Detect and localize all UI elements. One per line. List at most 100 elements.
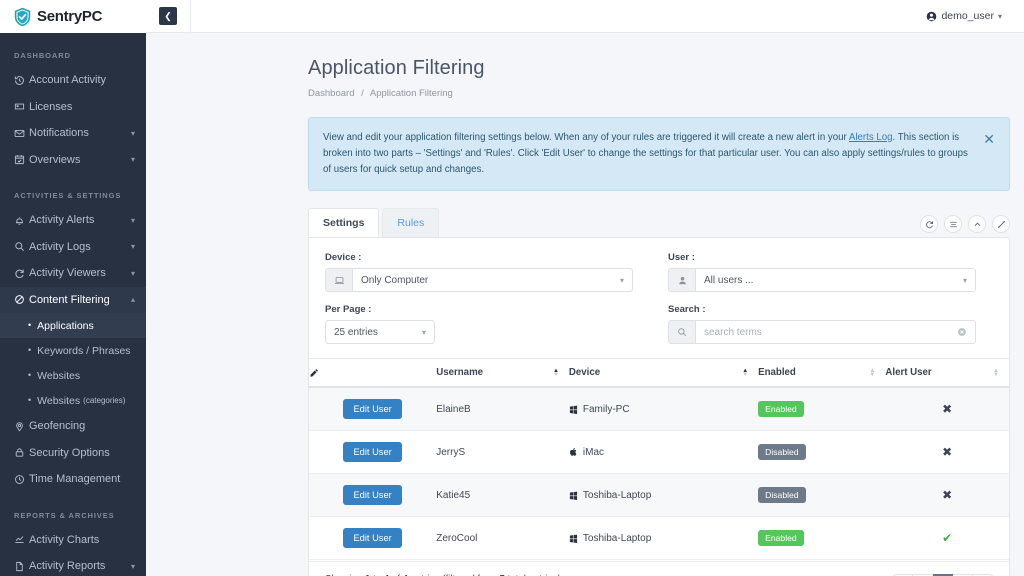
sidebar-item-overviews[interactable]: Overviews ▾: [0, 147, 146, 174]
main-content: ❮ demo_user ▾ Application Filtering Dash…: [146, 0, 1024, 576]
close-icon[interactable]: ✕: [983, 130, 995, 146]
edit-user-button[interactable]: Edit User: [343, 485, 401, 505]
tab-rules[interactable]: Rules: [382, 208, 439, 237]
info-alert-text: View and edit your application filtering…: [323, 130, 983, 178]
breadcrumb-root[interactable]: Dashboard: [308, 88, 354, 99]
breadcrumb-current: Application Filtering: [370, 88, 453, 99]
laptop-icon: [326, 269, 353, 291]
table-head: Username ▲▼ Device ▲▼ Enabled ▲▼ Alert: [309, 359, 1009, 388]
collapse-panel-button[interactable]: [968, 215, 986, 233]
refresh-button[interactable]: [920, 215, 938, 233]
sidebar-subitem-websites[interactable]: • Websites: [0, 363, 146, 388]
column-device[interactable]: Device ▲▼: [569, 359, 758, 388]
table-header-row: Username ▲▼ Device ▲▼ Enabled ▲▼ Alert: [309, 359, 1009, 388]
apple-icon: [569, 447, 578, 457]
search-input-wrap[interactable]: search terms: [696, 321, 975, 343]
settings-panel: Device : Only Computer ▾ Per Page : 25 e…: [308, 237, 1010, 576]
expand-icon: [997, 220, 1006, 229]
edit-user-button[interactable]: Edit User: [343, 399, 401, 419]
license-heart-icon: [14, 101, 29, 112]
sidebar-subitem-keywords-phrases[interactable]: • Keywords / Phrases: [0, 338, 146, 363]
sidebar-collapse-button[interactable]: ❮: [159, 7, 177, 25]
sidebar-item-label: Notifications: [29, 127, 131, 139]
calendar-check-icon: [14, 154, 29, 165]
sidebar-item-label: Licenses: [29, 101, 135, 113]
chevron-left-icon: ❮: [164, 11, 172, 22]
column-device-label: Device: [569, 367, 600, 378]
alert-user-cell: ✖: [885, 431, 1009, 474]
sidebar-item-label: Geofencing: [29, 420, 135, 432]
sidebar-item-activity-viewers[interactable]: Activity Viewers ▾: [0, 260, 146, 287]
sidebar-item-activity-charts[interactable]: Activity Charts: [0, 527, 146, 554]
edit-user-button[interactable]: Edit User: [343, 528, 401, 548]
bullet-icon: •: [28, 396, 31, 405]
status-badge: Enabled: [758, 530, 804, 546]
clear-circle-icon[interactable]: [957, 327, 967, 337]
user-select[interactable]: All users ... ▾: [668, 268, 976, 292]
user-menu[interactable]: demo_user ▾: [926, 10, 1002, 22]
chevron-up-icon: [973, 220, 982, 229]
table-row: Edit User ElaineB Family-PC: [309, 387, 1009, 431]
sidebar-item-security-options[interactable]: Security Options: [0, 440, 146, 467]
sidebar-item-label: Security Options: [29, 447, 135, 459]
windows-icon: [569, 491, 578, 500]
sidebar-section-reports: Reports & Archives: [0, 493, 146, 527]
user-select-field[interactable]: All users ... ▾: [696, 269, 975, 291]
enabled-cell: Disabled: [758, 431, 885, 474]
tabs: Settings Rules: [308, 208, 439, 237]
search-group[interactable]: search terms: [668, 320, 976, 344]
sidebar-subitem-websites-categories[interactable]: • Websites (categories): [0, 388, 146, 413]
cross-icon: ✖: [942, 445, 952, 459]
alert-user-cell: ✔: [885, 517, 1009, 560]
sort-icon: ▲▼: [869, 369, 875, 377]
sidebar-item-content-filtering[interactable]: Content Filtering ▴: [0, 287, 146, 314]
search-input[interactable]: search terms: [704, 327, 762, 338]
users-table: Username ▲▼ Device ▲▼ Enabled ▲▼ Alert: [309, 358, 1009, 560]
sidebar-item-label: Account Activity: [29, 74, 135, 86]
sidebar-item-label: Activity Viewers: [29, 267, 131, 279]
shield-check-icon: [13, 7, 32, 27]
user-label: User :: [668, 252, 993, 263]
enabled-cell: Enabled: [758, 387, 885, 431]
device-select[interactable]: Only Computer ▾: [325, 268, 633, 292]
chevron-down-icon: ▾: [963, 276, 967, 285]
column-username[interactable]: Username ▲▼: [436, 359, 569, 388]
sort-icon: ▲▼: [553, 369, 559, 377]
pencil-icon: [309, 368, 436, 378]
info-alert: View and edit your application filtering…: [308, 117, 1010, 191]
sidebar-item-time-management[interactable]: Time Management: [0, 466, 146, 493]
history-icon: [14, 75, 29, 86]
envelope-icon: [14, 128, 29, 139]
sidebar-item-activity-logs[interactable]: Activity Logs ▾: [0, 234, 146, 261]
device-name: Family-PC: [583, 404, 630, 415]
windows-icon: [569, 405, 578, 414]
device-select-field[interactable]: Only Computer ▾: [353, 269, 632, 291]
column-enabled[interactable]: Enabled ▲▼: [758, 359, 885, 388]
chevron-down-icon: ▾: [131, 242, 135, 251]
sidebar-item-activity-reports[interactable]: Activity Reports ▾: [0, 553, 146, 576]
sidebar-item-geofencing[interactable]: Geofencing: [0, 413, 146, 440]
sidebar-item-activity-alerts[interactable]: Activity Alerts ▾: [0, 207, 146, 234]
lock-icon: [14, 447, 29, 458]
sidebar-item-label: Time Management: [29, 473, 135, 485]
sidebar-item-notifications[interactable]: Notifications ▾: [0, 120, 146, 147]
check-icon: ✔: [942, 531, 952, 545]
sidebar-subitem-label: Websites: [37, 395, 80, 407]
brand[interactable]: SentryPC: [0, 0, 146, 33]
sidebar-subitem-applications[interactable]: • Applications: [0, 313, 146, 338]
sidebar-item-account-activity[interactable]: Account Activity: [0, 67, 146, 94]
column-enabled-label: Enabled: [758, 367, 796, 378]
edit-user-button[interactable]: Edit User: [343, 442, 401, 462]
sidebar-subitem-label: Websites: [37, 370, 80, 382]
per-page-select[interactable]: 25 entries ▾: [325, 320, 435, 344]
sidebar-item-label: Activity Reports: [29, 560, 131, 572]
options-button[interactable]: [944, 215, 962, 233]
fullscreen-button[interactable]: [992, 215, 1010, 233]
alert-user-cell: ✖: [885, 387, 1009, 431]
alerts-log-link[interactable]: Alerts Log: [849, 132, 893, 143]
tab-settings[interactable]: Settings: [308, 208, 379, 237]
user-icon: [669, 269, 696, 291]
device-select-value: Only Computer: [361, 275, 428, 286]
sidebar-item-licenses[interactable]: Licenses: [0, 94, 146, 121]
column-alert-user[interactable]: Alert User ▲▼: [885, 359, 1009, 388]
